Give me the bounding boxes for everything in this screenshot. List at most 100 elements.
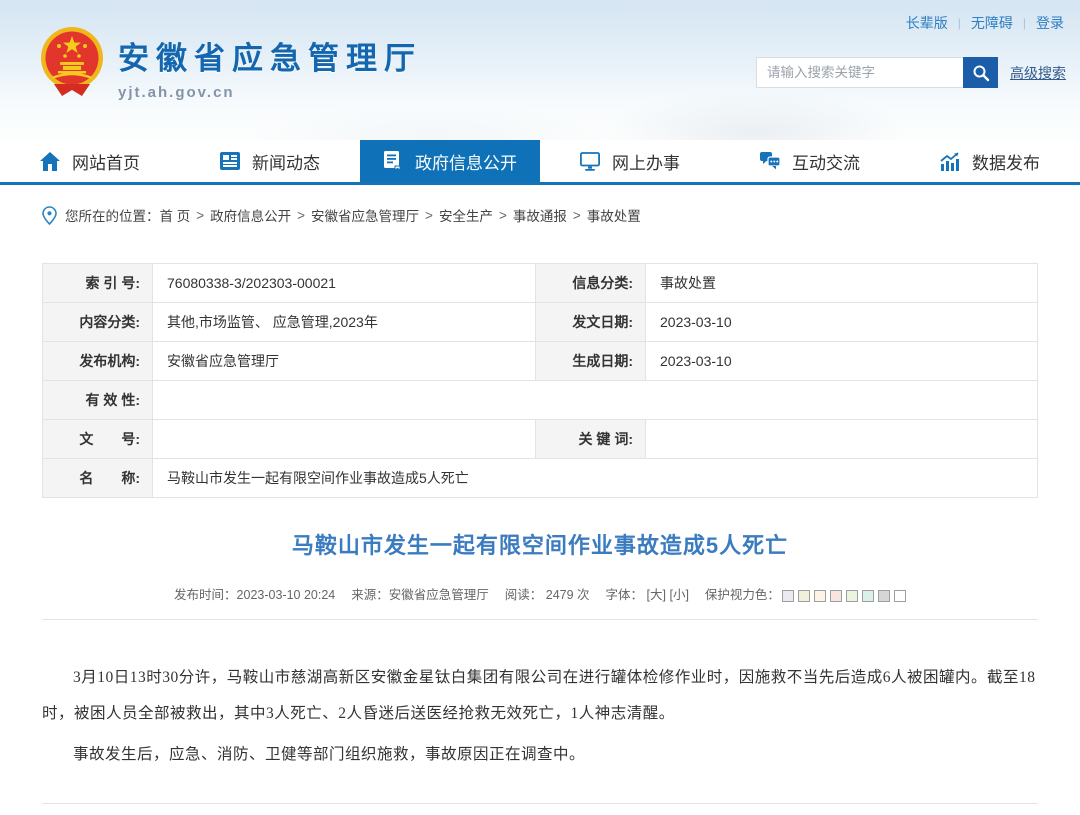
breadcrumb: 您所在的位置： 首 页 > 政府信息公开 > 安徽省应急管理厅 > 安全生产 >…: [0, 185, 1080, 239]
eye-color-swatch[interactable]: [845, 589, 858, 602]
advanced-search-link[interactable]: 高级搜索: [1010, 63, 1066, 83]
national-emblem-icon: [41, 27, 103, 96]
create-date-label: 生成日期:: [535, 341, 646, 381]
table-row: 名 称: 马鞍山市发生一起有限空间作业事故造成5人死亡: [42, 458, 1038, 498]
topbar-link-accessibility[interactable]: 无障碍: [971, 13, 1013, 33]
eye-color-swatch[interactable]: [781, 589, 794, 602]
monitor-icon: [580, 151, 600, 171]
table-row: 有 效 性:: [42, 380, 1038, 420]
article-paragraph: 3月10日13时30分许，马鞍山市慈湖高新区安徽金星钛白集团有限公司在进行罐体检…: [42, 669, 1036, 723]
breadcrumb-item-safety[interactable]: 安全生产: [439, 205, 493, 225]
content-class-label: 内容分类:: [42, 302, 153, 342]
nav-item-gov-info[interactable]: 政府信息公开: [360, 140, 540, 182]
nav-item-online-services[interactable]: 网上办事: [540, 140, 720, 182]
nav-label: 政府信息公开: [415, 153, 517, 173]
keywords-label: 关 键 词:: [535, 419, 646, 459]
breadcrumb-item-home[interactable]: 首 页: [160, 205, 191, 225]
issue-date-value: 2023-03-10: [645, 302, 1038, 342]
breadcrumb-separator: >: [196, 207, 205, 223]
table-row: 发布机构: 安徽省应急管理厅 生成日期: 2023-03-10: [42, 341, 1038, 381]
view-count: 阅读： 2479 次: [504, 588, 590, 602]
search-area: 高级搜索: [756, 57, 1066, 88]
main-nav: 网站首页 新闻动态 政府信息公开 网上办事 互动交流 数据发布: [0, 140, 1080, 185]
eye-protection-label: 保护视力色：: [704, 588, 780, 602]
site-url: yjt.ah.gov.cn: [118, 84, 235, 101]
bottom-divider: [42, 803, 1038, 805]
keywords-value: [645, 419, 1038, 459]
site-name: 安徽省应急管理厅: [118, 41, 422, 76]
breadcrumb-separator: >: [498, 207, 507, 223]
font-larger-button[interactable]: [大]: [647, 588, 666, 602]
topbar-links: 长辈版 | 无障碍 | 登录: [906, 13, 1064, 33]
nav-label: 新闻动态: [252, 153, 320, 173]
article-meta: 发布时间：2023-03-10 20:24 来源：安徽省应急管理厅 阅读： 24…: [0, 584, 1080, 603]
nav-item-interaction[interactable]: 互动交流: [720, 140, 900, 182]
topbar-link-login[interactable]: 登录: [1036, 13, 1064, 33]
breadcrumb-item-department[interactable]: 安徽省应急管理厅: [311, 205, 419, 225]
breadcrumb-separator: >: [572, 207, 581, 223]
search-icon: [973, 65, 989, 81]
breadcrumb-item-accident-handling[interactable]: 事故处置: [587, 205, 641, 225]
article-body: 3月10日13时30分许，马鞍山市慈湖高新区安徽金星钛白集团有限公司在进行罐体检…: [42, 660, 1038, 773]
publish-time: 发布时间：2023-03-10 20:24: [174, 588, 336, 602]
font-size-controls: 字体： [大] [小]: [606, 584, 689, 603]
doc-number-value: [152, 419, 536, 459]
validity-label: 有 效 性:: [42, 380, 153, 420]
info-class-label: 信息分类:: [535, 263, 646, 303]
create-date-value: 2023-03-10: [645, 341, 1038, 381]
index-number-label: 索 引 号:: [42, 263, 153, 303]
topbar-link-elder[interactable]: 长辈版: [906, 13, 948, 33]
eye-color-swatch[interactable]: [797, 589, 810, 602]
table-row: 索 引 号: 76080338-3/202303-00021 信息分类: 事故处…: [42, 263, 1038, 303]
font-smaller-button[interactable]: [小]: [669, 588, 688, 602]
news-icon: [220, 151, 240, 171]
nav-label: 网上办事: [612, 153, 680, 173]
meta-divider: [42, 619, 1038, 620]
table-row: 文 号: 关 键 词:: [42, 419, 1038, 459]
doc-number-label: 文 号:: [42, 419, 153, 459]
document-icon: [383, 151, 403, 171]
article-source: 来源：安徽省应急管理厅: [351, 588, 489, 602]
nav-item-data[interactable]: 数据发布: [900, 140, 1080, 182]
search-input[interactable]: [756, 57, 963, 88]
breadcrumb-item-accident-report[interactable]: 事故通报: [513, 205, 567, 225]
breadcrumb-separator: >: [297, 207, 306, 223]
eye-color-swatches: [781, 589, 906, 602]
eye-color-swatch[interactable]: [813, 589, 826, 602]
nav-label: 互动交流: [792, 153, 860, 173]
chart-icon: [940, 151, 960, 171]
table-row: 内容分类: 其他,市场监管、 应急管理,2023年 发文日期: 2023-03-…: [42, 302, 1038, 342]
eye-color-swatch[interactable]: [861, 589, 874, 602]
breadcrumb-prefix: 您所在的位置：: [65, 209, 160, 224]
article-paragraph: 事故发生后，应急、消防、卫健等部门组织施救，事故原因正在调查中。: [73, 745, 586, 763]
nav-label: 数据发布: [972, 153, 1040, 173]
validity-value: [152, 380, 1038, 420]
breadcrumb-item-gov-info[interactable]: 政府信息公开: [210, 205, 291, 225]
eye-protection: 保护视力色：: [705, 584, 906, 603]
info-class-value: 事故处置: [645, 263, 1038, 303]
site-logo[interactable]: 安徽省应急管理厅 yjt.ah.gov.cn: [40, 26, 422, 101]
font-size-label: 字体：: [605, 588, 644, 602]
nav-item-news[interactable]: 新闻动态: [180, 140, 360, 182]
publisher-value: 安徽省应急管理厅: [152, 341, 536, 381]
chat-icon: [760, 151, 780, 171]
eye-color-swatch[interactable]: [829, 589, 842, 602]
index-number-value: 76080338-3/202303-00021: [152, 263, 536, 303]
eye-color-swatch[interactable]: [877, 589, 890, 602]
location-pin-icon: [42, 205, 57, 225]
document-info-table: 索 引 号: 76080338-3/202303-00021 信息分类: 事故处…: [42, 263, 1038, 498]
topbar-separator: |: [957, 16, 961, 30]
home-icon: [40, 151, 60, 171]
name-value: 马鞍山市发生一起有限空间作业事故造成5人死亡: [152, 458, 1038, 498]
publisher-label: 发布机构:: [42, 341, 153, 381]
search-button[interactable]: [963, 57, 998, 88]
eye-color-swatch[interactable]: [893, 589, 906, 602]
topbar-separator: |: [1022, 16, 1026, 30]
content-class-value: 其他,市场监管、 应急管理,2023年: [152, 302, 536, 342]
nav-label: 网站首页: [72, 153, 140, 173]
issue-date-label: 发文日期:: [535, 302, 646, 342]
name-label: 名 称:: [42, 458, 153, 498]
breadcrumb-separator: >: [425, 207, 433, 223]
site-banner: 长辈版 | 无障碍 | 登录 安徽省应急管理厅 yjt.ah.gov.cn 请输…: [0, 0, 1080, 140]
nav-item-home[interactable]: 网站首页: [0, 140, 180, 182]
